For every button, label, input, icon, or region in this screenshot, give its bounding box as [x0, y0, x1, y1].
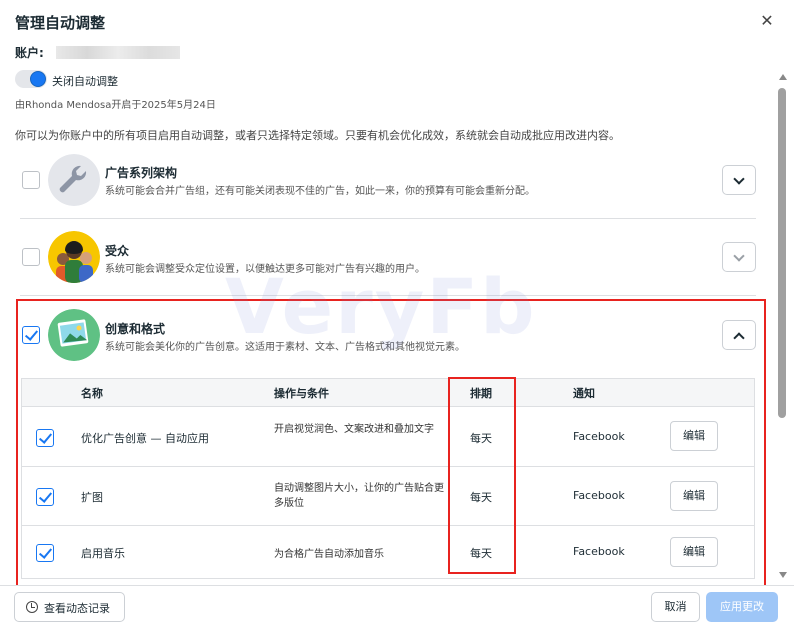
header-notify: 通知	[573, 387, 595, 400]
section-campaign-title: 广告系列架构	[105, 166, 178, 180]
section-creative-desc: 系统可能会美化你的广告创意。这适用于素材、文本、广告格式和其他视觉元素。	[105, 342, 465, 353]
rule-name: 启用音乐	[81, 547, 125, 560]
table-row: 优化广告创意 — 自动应用 开启视觉润色、文案改进和叠加文字 每天 Facebo…	[22, 407, 754, 467]
wrench-icon	[48, 154, 100, 206]
section-audience-checkbox[interactable]	[22, 248, 40, 266]
header-name: 名称	[81, 387, 103, 400]
table-row: 扩图 自动调整图片大小，让你的广告贴合更多版位 每天 Facebook 编辑	[22, 467, 754, 526]
rule-name: 优化广告创意 — 自动应用	[81, 432, 209, 445]
header-schedule: 排期	[470, 387, 492, 400]
scroll-thumb[interactable]	[778, 88, 786, 418]
people-icon	[48, 231, 100, 283]
close-icon[interactable]: ✕	[758, 12, 776, 30]
header-action: 操作与条件	[274, 387, 329, 400]
rule-notify: Facebook	[573, 489, 625, 502]
section-creative-checkbox[interactable]	[22, 326, 40, 344]
dialog-title: 管理自动调整	[15, 14, 106, 32]
scrollbar[interactable]	[776, 74, 790, 584]
row-checkbox[interactable]	[36, 544, 54, 562]
enabled-by-text: 由Rhonda Mendosa开启于2025年5月24日	[15, 100, 216, 111]
section-campaign-checkbox[interactable]	[22, 171, 40, 189]
rule-notify: Facebook	[573, 430, 625, 443]
row-checkbox[interactable]	[36, 488, 54, 506]
divider	[20, 295, 756, 296]
row-checkbox[interactable]	[36, 429, 54, 447]
scroll-up-icon[interactable]	[779, 74, 787, 80]
dialog-footer: 查看动态记录 取消 应用更改	[0, 585, 794, 635]
rules-table: 名称 操作与条件 排期 通知 优化广告创意 — 自动应用 开启视觉润色、文案改进…	[21, 378, 755, 579]
table-row: 启用音乐 为合格广告自动添加音乐 每天 Facebook 编辑	[22, 526, 754, 580]
scroll-down-icon[interactable]	[779, 572, 787, 578]
rule-action: 自动调整图片大小，让你的广告贴合更多版位	[274, 483, 444, 509]
rule-name: 扩图	[81, 491, 103, 504]
edit-button[interactable]: 编辑	[670, 537, 718, 567]
account-label: 账户:	[15, 46, 44, 60]
chevron-down-icon[interactable]	[722, 242, 756, 272]
rule-schedule: 每天	[470, 432, 492, 445]
section-campaign-desc: 系统可能会合并广告组，还有可能关闭表现不佳的广告，如此一来，你的预算有可能会重新…	[105, 186, 535, 197]
toggle-label: 关闭自动调整	[52, 75, 118, 88]
rule-schedule: 每天	[470, 547, 492, 560]
image-icon	[48, 309, 100, 361]
section-creative-title: 创意和格式	[105, 322, 166, 336]
section-audience-desc: 系统可能会调整受众定位设置，以便触达更多可能对广告有兴趣的用户。	[105, 264, 425, 275]
view-history-label: 查看动态记录	[44, 602, 110, 615]
table-header: 名称 操作与条件 排期 通知	[22, 379, 754, 407]
intro-text: 你可以为你账户中的所有项目启用自动调整，或者只选择特定领域。只要有机会优化成效，…	[15, 129, 620, 142]
edit-button[interactable]: 编辑	[670, 421, 718, 451]
auto-adjust-toggle[interactable]	[15, 70, 47, 88]
cancel-button[interactable]: 取消	[651, 592, 700, 622]
view-history-button[interactable]: 查看动态记录	[14, 592, 125, 622]
section-audience-title: 受众	[105, 244, 130, 258]
rule-action: 为合格广告自动添加音乐	[274, 549, 384, 560]
edit-button[interactable]: 编辑	[670, 481, 718, 511]
rule-notify: Facebook	[573, 545, 625, 558]
apply-changes-button[interactable]: 应用更改	[706, 592, 778, 622]
account-name-redacted	[56, 46, 180, 59]
toggle-knob	[30, 71, 46, 87]
rule-action: 开启视觉润色、文案改进和叠加文字	[274, 424, 434, 435]
manage-auto-adjust-dialog: 管理自动调整 ✕ 账户: 关闭自动调整 由Rhonda Mendosa开启于20…	[0, 0, 794, 635]
divider	[20, 218, 756, 219]
rule-schedule: 每天	[470, 491, 492, 504]
clock-icon	[26, 601, 38, 613]
chevron-up-icon[interactable]	[722, 320, 756, 350]
chevron-down-icon[interactable]	[722, 165, 756, 195]
